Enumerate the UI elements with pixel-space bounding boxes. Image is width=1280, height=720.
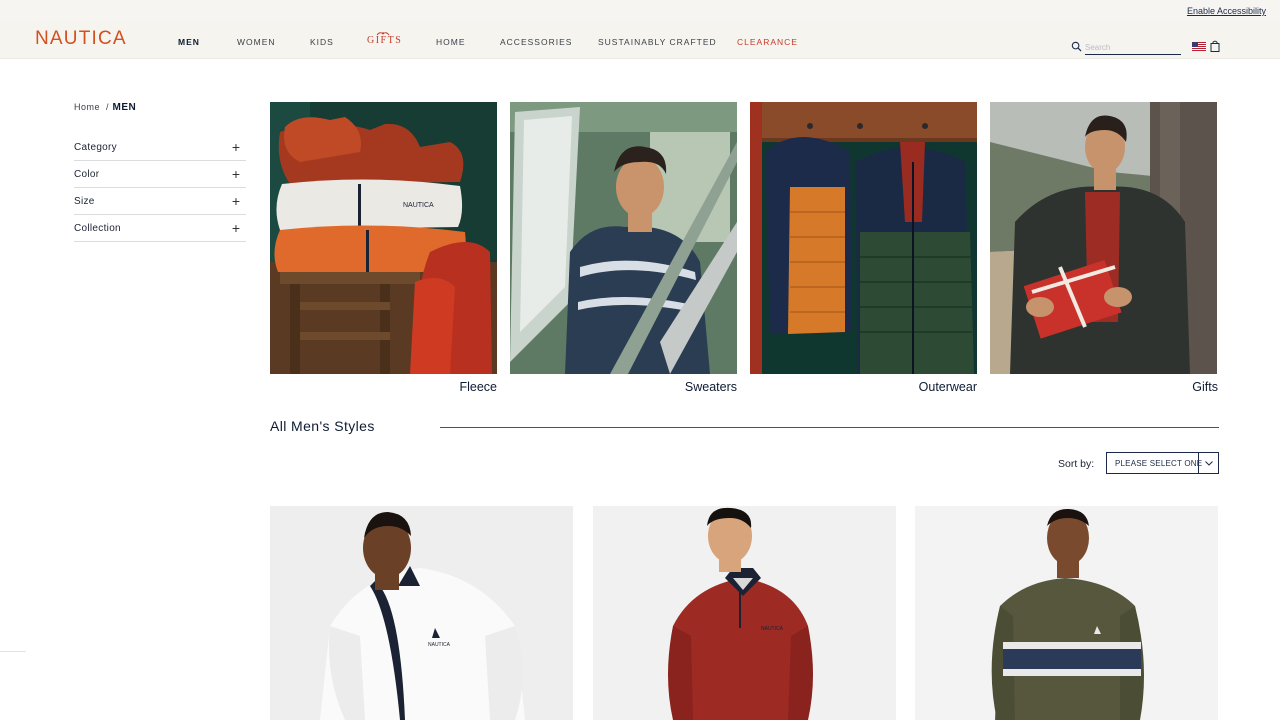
- filter-label: Category: [74, 142, 117, 153]
- sweater-man-image: [510, 102, 737, 374]
- category-label-fleece[interactable]: Fleece: [270, 380, 497, 394]
- nav-gifts[interactable]: GIFTS: [367, 32, 403, 46]
- enable-accessibility-link[interactable]: Enable Accessibility: [1187, 6, 1266, 16]
- nav-accessories[interactable]: ACCESSORIES: [500, 37, 572, 47]
- nav-men[interactable]: MEN: [178, 37, 200, 47]
- product-card-red-quarter-zip[interactable]: NAUTICA: [593, 506, 896, 720]
- plus-icon[interactable]: +: [232, 140, 240, 154]
- nav-women[interactable]: WOMEN: [237, 37, 276, 47]
- site-header: NAUTICA MEN WOMEN KIDS GIFTS HOME ACCESS…: [0, 22, 1280, 59]
- fleece-stack-image: NAUTICA: [270, 102, 497, 374]
- product-card-white-fleece[interactable]: NAUTICA: [270, 506, 573, 720]
- sort-select[interactable]: PLEASE SELECT ONE: [1106, 452, 1219, 474]
- sort-label: Sort by:: [1058, 458, 1095, 470]
- product-card-olive-stripe-sweater[interactable]: [915, 506, 1218, 720]
- filter-collection[interactable]: Collection +: [74, 215, 246, 242]
- svg-text:NAUTICA: NAUTICA: [428, 642, 451, 648]
- page-edge-marker: [0, 651, 26, 652]
- category-label-gifts[interactable]: Gifts: [990, 380, 1218, 394]
- svg-text:NAUTICA: NAUTICA: [403, 202, 434, 209]
- category-tile-outerwear[interactable]: [750, 102, 977, 374]
- category-tile-fleece[interactable]: NAUTICA: [270, 102, 497, 374]
- breadcrumb: Home / MEN: [74, 102, 136, 113]
- plus-icon[interactable]: +: [232, 167, 240, 181]
- filter-label: Color: [74, 169, 100, 180]
- top-utility-bar: Enable Accessibility: [0, 0, 1280, 22]
- nav-clearance[interactable]: CLEARANCE: [737, 37, 798, 47]
- gifts-man-image: [990, 102, 1217, 374]
- plus-icon[interactable]: +: [232, 194, 240, 208]
- filter-color[interactable]: Color +: [74, 161, 246, 188]
- us-flag-icon[interactable]: [1192, 42, 1206, 51]
- product-image: NAUTICA: [593, 506, 896, 720]
- category-tile-gifts[interactable]: [990, 102, 1217, 374]
- nav-home[interactable]: HOME: [436, 37, 466, 47]
- nav-kids[interactable]: KIDS: [310, 37, 334, 47]
- outerwear-jackets-image: [750, 102, 977, 374]
- filter-category[interactable]: Category +: [74, 134, 246, 161]
- search-box: [1071, 40, 1181, 56]
- breadcrumb-home[interactable]: Home: [74, 102, 100, 112]
- chevron-down-icon[interactable]: [1198, 453, 1218, 473]
- section-divider: [440, 427, 1219, 428]
- product-image: [915, 506, 1218, 720]
- shopping-bag-icon[interactable]: [1210, 40, 1220, 52]
- filter-sidebar: Category + Color + Size + Collection +: [74, 134, 246, 242]
- category-label-sweaters[interactable]: Sweaters: [510, 380, 737, 394]
- breadcrumb-current: MEN: [112, 102, 137, 113]
- search-icon[interactable]: [1071, 41, 1082, 52]
- filter-size[interactable]: Size +: [74, 188, 246, 215]
- svg-text:NAUTICA: NAUTICA: [761, 626, 784, 632]
- filter-label: Size: [74, 196, 95, 207]
- plus-icon[interactable]: +: [232, 221, 240, 235]
- holly-icon: [376, 32, 390, 36]
- category-tile-sweaters[interactable]: [510, 102, 737, 374]
- filter-label: Collection: [74, 223, 121, 234]
- breadcrumb-separator: /: [106, 102, 109, 112]
- nav-sustainably-crafted[interactable]: SUSTAINABLY CRAFTED: [598, 37, 717, 47]
- category-label-outerwear[interactable]: Outerwear: [750, 380, 977, 394]
- sort-selected-value: PLEASE SELECT ONE: [1115, 459, 1203, 468]
- nav-gifts-label: GIFTS: [367, 35, 403, 46]
- nautica-logo[interactable]: NAUTICA: [35, 28, 127, 50]
- section-title: All Men's Styles: [270, 418, 375, 434]
- product-image: NAUTICA: [270, 506, 573, 720]
- search-input[interactable]: [1085, 40, 1181, 55]
